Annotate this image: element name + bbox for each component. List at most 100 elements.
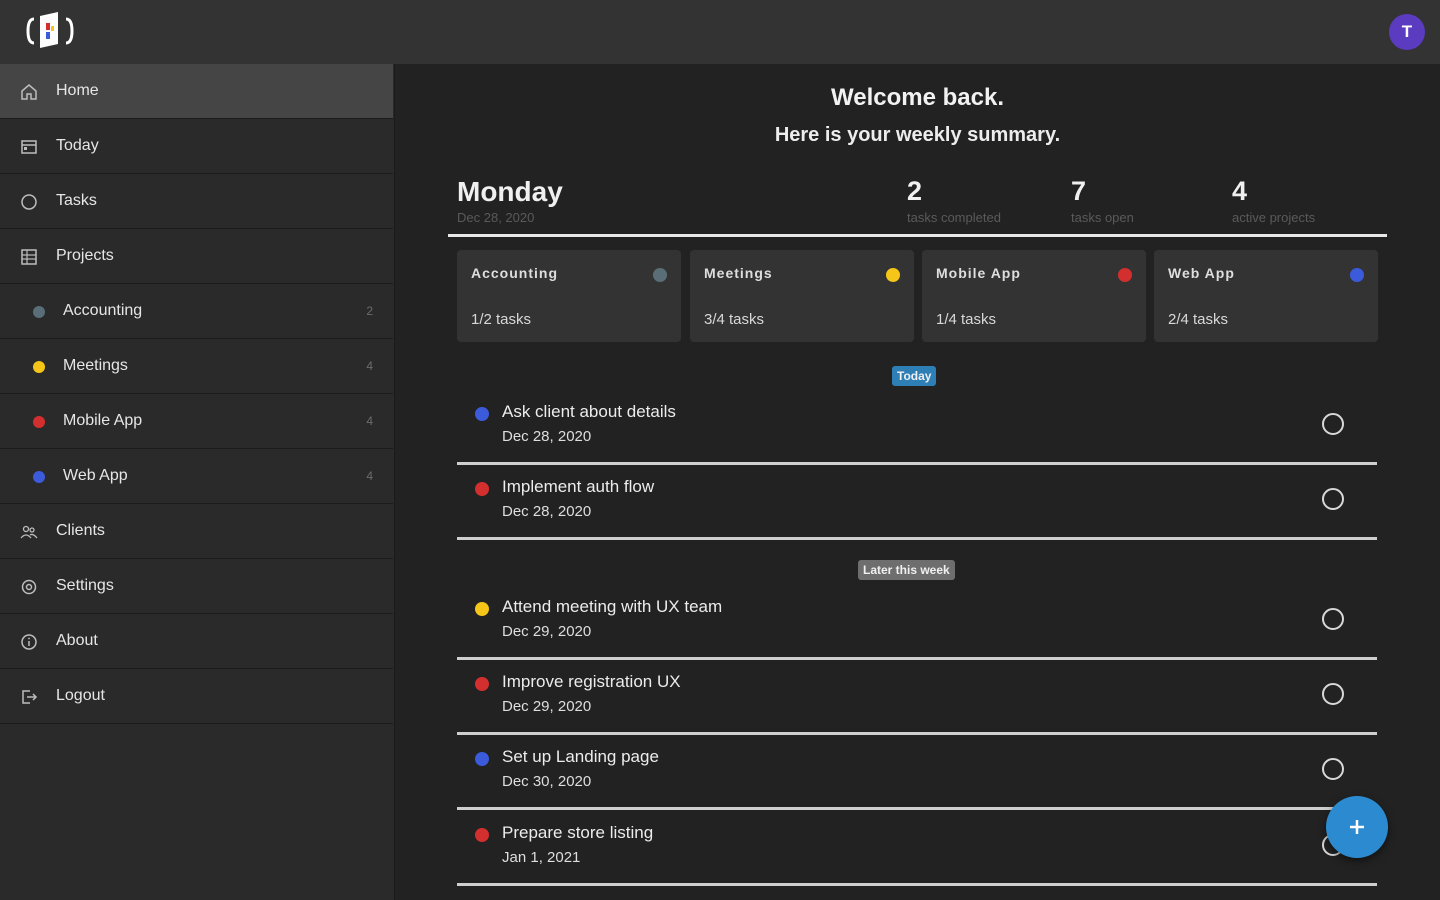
project-color-dot xyxy=(33,471,45,483)
sidebar-item-tasks[interactable]: Tasks xyxy=(0,174,393,229)
info-icon xyxy=(19,632,39,652)
home-icon xyxy=(19,82,39,102)
project-task-count: 4 xyxy=(366,414,373,428)
day-name: Monday xyxy=(457,176,563,207)
circle-icon xyxy=(19,192,39,212)
task-date: Jan 1, 2021 xyxy=(502,849,581,866)
main-content: Welcome back. Here is your weekly summar… xyxy=(395,64,1440,900)
add-task-button[interactable] xyxy=(1326,796,1388,858)
sidebar-item-label: About xyxy=(56,632,98,649)
project-task-count: 4 xyxy=(366,359,373,373)
stat-completed-label: tasks completed xyxy=(907,210,1001,225)
task-row[interactable]: Set up Landing page Dec 30, 2020 xyxy=(457,735,1377,810)
sidebar-item-label: Home xyxy=(56,82,99,99)
project-card-progress: 1/4 tasks xyxy=(936,311,997,328)
project-color-dot xyxy=(475,752,489,766)
sidebar-nav: Home Today Tasks Projects Accounting 2 M… xyxy=(0,64,395,900)
task-date: Dec 29, 2020 xyxy=(502,698,592,715)
project-color-dot xyxy=(33,306,45,318)
task-date: Dec 28, 2020 xyxy=(502,503,592,520)
day-date: Dec 28, 2020 xyxy=(457,210,535,225)
project-task-count: 2 xyxy=(366,304,373,318)
project-color-dot xyxy=(475,602,489,616)
sidebar-item-accounting[interactable]: Accounting 2 xyxy=(0,284,393,339)
task-title: Improve registration UX xyxy=(502,672,681,691)
task-row[interactable]: Attend meeting with UX team Dec 29, 2020 xyxy=(457,585,1377,660)
task-title: Implement auth flow xyxy=(502,477,655,496)
app-logo-icon[interactable] xyxy=(24,10,76,52)
task-row[interactable]: Implement auth flow Dec 28, 2020 xyxy=(457,465,1377,540)
project-card-title: Mobile App xyxy=(936,265,1021,281)
project-card-title: Web App xyxy=(1168,265,1235,281)
project-card-mobile-app[interactable]: Mobile App 1/4 tasks xyxy=(922,250,1146,342)
task-date: Dec 28, 2020 xyxy=(502,428,592,445)
sidebar-item-label: Clients xyxy=(56,522,105,539)
plus-icon xyxy=(1350,820,1364,834)
task-complete-checkbox[interactable] xyxy=(1322,413,1344,435)
welcome-heading: Welcome back. xyxy=(831,84,1004,111)
stat-projects-label: active projects xyxy=(1232,210,1316,225)
sidebar-item-web-app[interactable]: Web App 4 xyxy=(0,449,393,504)
project-color-dot xyxy=(886,268,900,282)
task-date: Dec 30, 2020 xyxy=(502,773,592,790)
task-complete-checkbox[interactable] xyxy=(1322,758,1344,780)
project-card-title: Meetings xyxy=(704,265,773,281)
sidebar-item-about[interactable]: About xyxy=(0,614,393,669)
task-row[interactable]: Improve registration UX Dec 29, 2020 xyxy=(457,660,1377,735)
task-title: Ask client about details xyxy=(502,402,676,421)
task-complete-checkbox[interactable] xyxy=(1322,488,1344,510)
sidebar-item-today[interactable]: Today xyxy=(0,119,393,174)
stat-open-label: tasks open xyxy=(1071,210,1134,225)
section-label-today: Today xyxy=(892,366,937,386)
project-task-count: 4 xyxy=(366,469,373,483)
app-header: T xyxy=(0,0,1440,64)
task-date: Dec 29, 2020 xyxy=(502,623,592,640)
project-color-dot xyxy=(475,407,489,421)
sidebar-item-projects[interactable]: Projects xyxy=(0,229,393,284)
logout-icon xyxy=(19,687,39,707)
section-label-later: Later this week xyxy=(858,560,955,580)
summary-subheading: Here is your weekly summary. xyxy=(774,124,1061,146)
project-color-dot xyxy=(475,677,489,691)
project-color-dot xyxy=(475,828,489,842)
task-title: Prepare store listing xyxy=(502,823,654,842)
project-card-meetings[interactable]: Meetings 3/4 tasks xyxy=(690,250,914,342)
task-title: Attend meeting with UX team xyxy=(502,597,723,616)
sidebar-item-logout[interactable]: Logout xyxy=(0,669,393,724)
user-avatar[interactable]: T xyxy=(1389,14,1425,50)
project-card-progress: 2/4 tasks xyxy=(1168,311,1229,328)
sidebar-item-label: Web App xyxy=(63,467,128,484)
sidebar-item-label: Meetings xyxy=(63,357,128,374)
grid-icon xyxy=(19,247,39,267)
sidebar-item-clients[interactable]: Clients xyxy=(0,504,393,559)
project-color-dot xyxy=(653,268,667,282)
project-card-accounting[interactable]: Accounting 1/2 tasks xyxy=(457,250,681,342)
sidebar-item-label: Mobile App xyxy=(63,412,143,429)
project-card-progress: 3/4 tasks xyxy=(704,311,765,328)
sidebar-item-label: Projects xyxy=(56,247,114,264)
project-card-web-app[interactable]: Web App 2/4 tasks xyxy=(1154,250,1378,342)
project-card-progress: 1/2 tasks xyxy=(471,311,532,328)
calendar-icon xyxy=(19,137,39,157)
summary-divider xyxy=(448,234,1387,237)
sidebar-item-settings[interactable]: Settings xyxy=(0,559,393,614)
gear-icon xyxy=(19,577,39,597)
sidebar-item-meetings[interactable]: Meetings 4 xyxy=(0,339,393,394)
project-color-dot xyxy=(33,416,45,428)
task-row[interactable]: Ask client about details Dec 28, 2020 xyxy=(457,390,1377,465)
task-row[interactable]: Prepare store listing Jan 1, 2021 xyxy=(457,811,1377,886)
project-color-dot xyxy=(1118,268,1132,282)
sidebar-item-label: Tasks xyxy=(56,192,97,209)
stat-completed-value: 2 xyxy=(907,176,923,206)
sidebar-item-label: Logout xyxy=(56,687,105,704)
sidebar-item-label: Today xyxy=(56,137,99,154)
sidebar-item-label: Settings xyxy=(56,577,114,594)
stat-open-value: 7 xyxy=(1071,176,1087,206)
task-complete-checkbox[interactable] xyxy=(1322,683,1344,705)
project-color-dot xyxy=(1350,268,1364,282)
sidebar-item-mobile-app[interactable]: Mobile App 4 xyxy=(0,394,393,449)
sidebar-item-home[interactable]: Home xyxy=(0,64,393,119)
task-complete-checkbox[interactable] xyxy=(1322,608,1344,630)
project-color-dot xyxy=(475,482,489,496)
stat-projects-value: 4 xyxy=(1232,176,1248,206)
